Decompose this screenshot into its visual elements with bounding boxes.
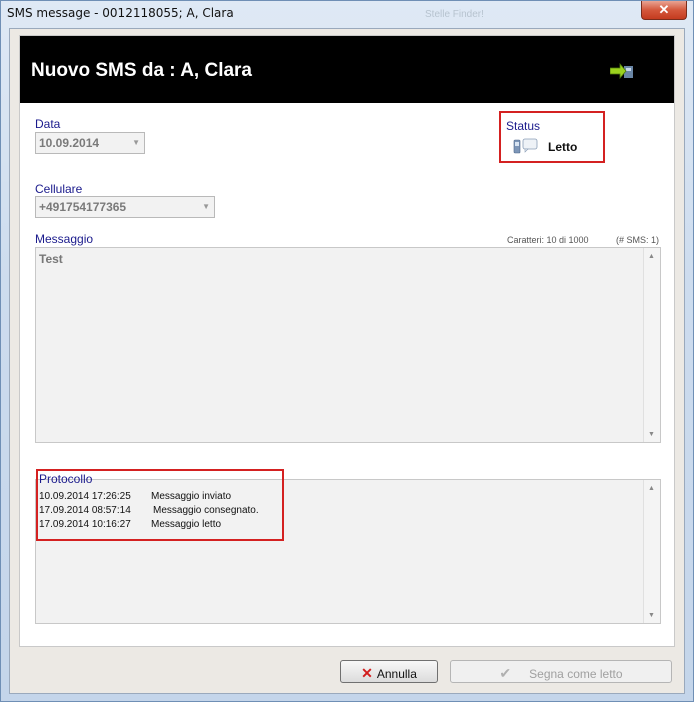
scroll-up-icon[interactable]: ▲ (648, 485, 655, 492)
scroll-up-icon[interactable]: ▲ (648, 253, 655, 260)
mark-as-read-button[interactable]: ✔ Segna come letto (450, 660, 672, 683)
data-combo[interactable]: 10.09.2014 ▼ (35, 132, 145, 154)
ghost-text: Stelle Finder! (425, 9, 484, 20)
close-button[interactable]: ✕ (641, 1, 687, 20)
scroll-down-icon[interactable]: ▼ (648, 612, 655, 619)
protocol-message: Messaggio inviato (151, 491, 232, 502)
protocol-message: Messaggio consegnato. (153, 505, 259, 516)
protocol-timestamp: 17.09.2014 10:16:27 (39, 519, 131, 530)
header-title-suffix: da : A, Clara (141, 60, 253, 81)
cancel-label: Annulla (376, 667, 417, 681)
protocol-highlight: Protocollo 10.09.2014 17:26:25 Messaggio… (36, 469, 284, 541)
messaggio-label: Messaggio (35, 232, 94, 246)
status-label: Status (506, 119, 541, 133)
protocol-timestamp: 17.09.2014 08:57:14 (39, 505, 131, 516)
scroll-down-icon[interactable]: ▼ (648, 431, 655, 438)
message-textarea[interactable]: Test ▲ ▼ (35, 247, 661, 443)
cancel-button[interactable]: ✕ Annulla (340, 660, 438, 683)
header-title: Nuovo SMS da : A, Clara (31, 60, 252, 82)
checkmark-icon: ✔ (499, 665, 512, 681)
protocol-timestamp: 10.09.2014 17:26:25 (39, 491, 131, 502)
message-text: Test (39, 252, 63, 266)
forward-arrow-icon[interactable] (610, 63, 634, 79)
message-scrollbar[interactable]: ▲ ▼ (643, 248, 660, 442)
data-value: 10.09.2014 (39, 136, 100, 150)
protocollo-label: Protocollo (39, 472, 93, 486)
header-title-prefix: Nuovo SMS (31, 60, 137, 81)
cellulare-label: Cellulare (35, 182, 83, 196)
sms-panel: Nuovo SMS da : A, Clara Data 10.09.2014 … (19, 35, 675, 647)
status-value: Letto (548, 140, 578, 154)
chevron-down-icon: ▼ (132, 138, 140, 147)
protocol-message: Messaggio letto (151, 519, 222, 530)
cellulare-combo[interactable]: +491754177365 ▼ (35, 196, 215, 218)
chevron-down-icon: ▼ (202, 202, 210, 211)
char-counter: Caratteri: 10 di 1000 (507, 235, 589, 245)
data-label: Data (35, 117, 61, 131)
dialog-header: Nuovo SMS da : A, Clara (20, 36, 674, 103)
title-bar[interactable]: SMS message - 0012118055; A, Clara Stell… (1, 1, 693, 27)
status-box: Status Letto (499, 111, 605, 163)
window-title: SMS message - 0012118055; A, Clara (7, 6, 234, 20)
cellulare-value: +491754177365 (39, 200, 127, 214)
mark-as-read-label: Segna come letto (529, 667, 623, 681)
dialog-client-area: Nuovo SMS da : A, Clara Data 10.09.2014 … (9, 28, 685, 694)
close-icon: ✕ (658, 2, 670, 17)
protocol-scrollbar[interactable]: ▲ ▼ (643, 480, 660, 623)
sms-counter: (# SMS: 1) (616, 235, 660, 245)
sms-message-window: SMS message - 0012118055; A, Clara Stell… (0, 0, 694, 702)
close-icon: ✕ (361, 665, 373, 681)
phone-message-icon (513, 138, 538, 154)
